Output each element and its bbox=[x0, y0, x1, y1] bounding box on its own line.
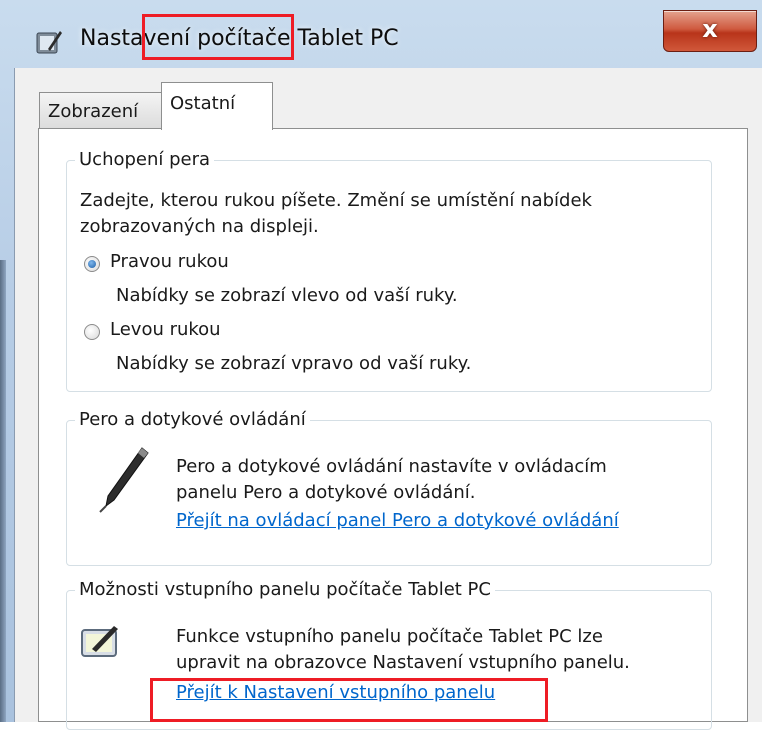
left-hand-hint: Nabídky se zobrazí vpravo od vaší ruky. bbox=[116, 353, 472, 374]
group-title-input-panel: Možnosti vstupního panelu počítače Table… bbox=[75, 579, 495, 600]
group-title-pen-touch: Pero a dotykové ovládání bbox=[75, 409, 310, 430]
tab-other[interactable]: Ostatní bbox=[161, 82, 273, 130]
pen-touch-control-panel-link[interactable]: Přejít na ovládací panel Pero a dotykové… bbox=[176, 510, 619, 531]
input-panel-text-1: Funkce vstupního panelu počítače Tablet … bbox=[176, 626, 603, 647]
highlight-box-tab bbox=[142, 14, 294, 60]
pen-touch-text-2: panelu Pero a dotykové ovládání. bbox=[176, 482, 476, 503]
tablet-settings-icon bbox=[36, 31, 62, 54]
tab-display[interactable]: Zobrazení bbox=[39, 92, 171, 128]
window-border bbox=[0, 260, 6, 722]
left-hand-radio[interactable] bbox=[84, 324, 100, 340]
tab-strip: Zobrazení Ostatní bbox=[15, 68, 762, 130]
pen-touch-text-1: Pero a dotykové ovládání nastavíte v ovl… bbox=[176, 456, 607, 477]
input-panel-text-2: upravit na obrazovce Nastavení vstupního… bbox=[176, 652, 630, 673]
close-icon: x bbox=[702, 15, 718, 43]
close-button[interactable]: x bbox=[663, 10, 757, 52]
right-hand-radio[interactable] bbox=[84, 256, 100, 272]
highlight-box-link bbox=[150, 678, 548, 722]
right-hand-label[interactable]: Pravou rukou bbox=[110, 251, 229, 272]
left-hand-label[interactable]: Levou rukou bbox=[110, 319, 221, 340]
group-title-pen-grip: Uchopení pera bbox=[75, 149, 215, 170]
handedness-description-2: zobrazovaných na displeji. bbox=[80, 216, 319, 237]
pen-icon bbox=[99, 447, 149, 513]
handedness-description-1: Zadejte, kterou rukou píšete. Změní se u… bbox=[80, 190, 592, 211]
input-panel-icon bbox=[81, 626, 118, 657]
right-hand-hint: Nabídky se zobrazí vlevo od vaší ruky. bbox=[116, 285, 458, 306]
